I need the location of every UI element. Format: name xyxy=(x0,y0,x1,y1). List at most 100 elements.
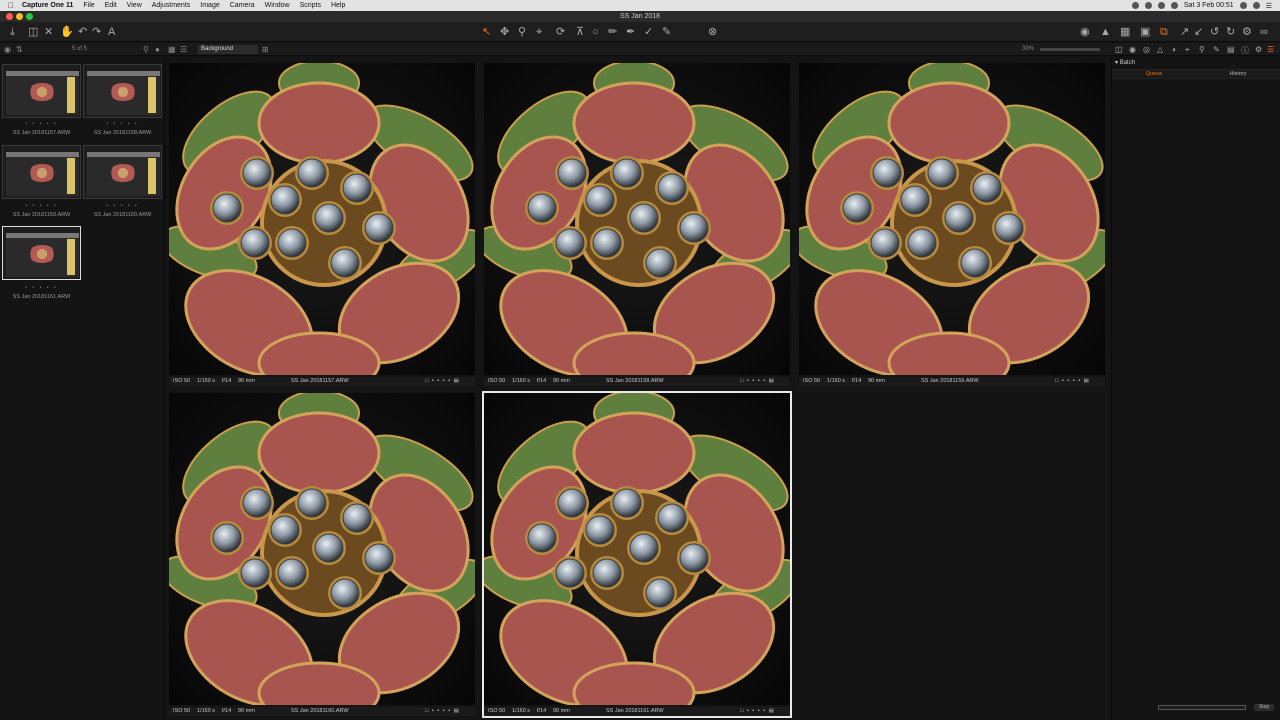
collection-select[interactable]: Background xyxy=(198,45,258,54)
photo[interactable] xyxy=(169,63,475,375)
photo[interactable] xyxy=(484,393,790,705)
warning-icon[interactable]: ▲ xyxy=(1100,26,1111,38)
lens-tab-icon[interactable]: △ xyxy=(1157,45,1163,54)
refresh-icon[interactable]: ↻ xyxy=(1226,26,1235,38)
rating-stars[interactable]: • • • • • xyxy=(2,285,81,291)
list-view-icon[interactable]: ☰ xyxy=(180,45,187,54)
search-icon[interactable]: ⚲ xyxy=(143,45,149,54)
photo[interactable] xyxy=(484,63,790,375)
menu-file[interactable]: File xyxy=(83,2,94,9)
rating-stars[interactable]: • • • • • xyxy=(2,203,81,209)
clock[interactable]: Sat 3 Feb 00:51 xyxy=(1184,2,1234,9)
zoom-tool-icon[interactable]: ⚲ xyxy=(518,26,526,38)
menu-image[interactable]: Image xyxy=(200,2,219,9)
viewer-image-1157[interactable]: ISO 50 1/160 s f/14 90 mm SS Jan 2018115… xyxy=(169,63,475,386)
hand-icon[interactable]: ✋ xyxy=(60,26,74,38)
sort-icon[interactable]: ⇅ xyxy=(16,45,23,54)
redo-icon[interactable]: ↷ xyxy=(92,26,101,38)
library-tab-icon[interactable]: ◫ xyxy=(1115,45,1123,54)
siri-icon[interactable] xyxy=(1252,2,1260,9)
photo[interactable] xyxy=(799,63,1105,375)
output-tab-icon[interactable]: ⚙ xyxy=(1255,45,1262,54)
viewer-image-1159[interactable]: ISO 50 1/160 s f/14 90 mm SS Jan 2018115… xyxy=(799,63,1105,386)
menu-app-name[interactable]: Capture One 11 xyxy=(22,2,73,9)
undo-icon[interactable]: ↶ xyxy=(78,26,87,38)
menu-edit[interactable]: Edit xyxy=(105,2,117,9)
annotate-tool-icon[interactable]: ✎ xyxy=(662,26,671,38)
delete-icon[interactable]: ✕ xyxy=(44,26,53,38)
copy-adjustments-icon[interactable]: ⧉ xyxy=(1160,26,1168,38)
viewer-image-1158[interactable]: ISO 50 1/160 s f/14 90 mm SS Jan 2018115… xyxy=(484,63,790,386)
color-tab-icon[interactable]: ◎ xyxy=(1143,45,1150,54)
rating-stars[interactable]: □ • • • • ▤ xyxy=(425,377,460,386)
settings-gear-icon[interactable]: ⚙ xyxy=(1242,26,1252,38)
thumbnail-1161[interactable] xyxy=(2,226,81,280)
details-tab-icon[interactable]: ⚲ xyxy=(1199,45,1205,54)
status-icon[interactable] xyxy=(1131,2,1139,9)
select-cursor-icon[interactable]: ↖ xyxy=(482,26,491,38)
text-tool-icon[interactable]: A xyxy=(108,26,115,38)
rating-stars[interactable]: • • • • • xyxy=(83,203,162,209)
local-adjustments-tab-icon[interactable]: ✎ xyxy=(1213,45,1220,54)
close-window-button[interactable] xyxy=(6,13,13,20)
rating-stars[interactable]: • • • • • xyxy=(83,121,162,127)
keystone-tool-icon[interactable]: ⊼ xyxy=(576,26,584,38)
thumbnail-1157[interactable] xyxy=(2,64,81,118)
apple-icon[interactable]:  xyxy=(0,1,22,10)
add-icon[interactable]: ⊞ xyxy=(262,45,269,54)
spot-tool-icon[interactable]: ○ xyxy=(592,26,599,38)
reset-icon[interactable]: ⊗ xyxy=(708,26,717,38)
apply-adjustments-icon[interactable]: ↙ xyxy=(1194,26,1203,38)
capture-tab-icon[interactable]: ◉ xyxy=(1129,45,1136,54)
photo[interactable] xyxy=(169,393,475,705)
grid-view-icon[interactable]: ▦ xyxy=(168,45,176,54)
import-icon[interactable]: ⤓ xyxy=(10,26,15,38)
rating-stars[interactable]: □ • • • • ▤ xyxy=(425,707,460,716)
pan-tool-icon[interactable]: ✥ xyxy=(500,26,509,38)
viewer-image-1160[interactable]: ISO 50 1/160 s f/14 90 mm SS Jan 2018116… xyxy=(169,393,475,716)
status-icon[interactable] xyxy=(1144,2,1152,9)
composition-tab-icon[interactable]: ⌖ xyxy=(1185,45,1190,55)
stop-button[interactable]: Stop xyxy=(1254,704,1274,711)
pick-adjustments-icon[interactable]: ↗ xyxy=(1180,26,1189,38)
layout-icon[interactable]: ▣ xyxy=(1140,26,1150,38)
reset-adjustments-icon[interactable]: ↺ xyxy=(1210,26,1219,38)
rating-stars[interactable]: □ • • • • ▤ xyxy=(1055,377,1090,386)
capture-icon[interactable]: ◫ xyxy=(28,26,38,38)
rating-stars[interactable]: □ • • • • ▤ xyxy=(740,707,775,716)
exposure-tab-icon[interactable]: ◑ xyxy=(1171,45,1176,54)
adjustments-tab-icon[interactable]: ▤ xyxy=(1227,45,1235,54)
batch-tab-icon[interactable]: ☰ xyxy=(1267,45,1274,54)
wifi-icon[interactable] xyxy=(1157,2,1165,9)
menu-help[interactable]: Help xyxy=(331,2,345,9)
user-icon[interactable]: ● xyxy=(155,45,160,54)
menu-window[interactable]: Window xyxy=(265,2,290,9)
thumbnail-1160[interactable] xyxy=(83,145,162,199)
menu-adjustments[interactable]: Adjustments xyxy=(152,2,191,9)
zoom-slider[interactable] xyxy=(1040,48,1100,51)
rating-stars[interactable]: □ • • • • ▤ xyxy=(740,377,775,386)
tab-queue[interactable]: Queue xyxy=(1112,71,1196,77)
tab-history[interactable]: History xyxy=(1196,71,1280,77)
crop-tool-icon[interactable]: ⌖ xyxy=(536,26,542,38)
minimize-window-button[interactable] xyxy=(16,13,23,20)
camera-icon[interactable]: ◉ xyxy=(1080,26,1090,38)
batch-header[interactable]: ▾ Batch xyxy=(1115,59,1135,66)
thumbnail-1159[interactable] xyxy=(2,145,81,199)
battery-icon[interactable] xyxy=(1170,2,1178,9)
grid-icon[interactable]: ▦ xyxy=(1120,26,1130,38)
brush-tool-icon[interactable]: ✒ xyxy=(626,26,635,38)
mask-tool-icon[interactable]: ✓ xyxy=(644,26,653,38)
metadata-tab-icon[interactable]: ⓘ xyxy=(1241,45,1249,56)
viewer-image-1161[interactable]: ISO 50 1/160 s f/14 90 mm SS Jan 2018116… xyxy=(482,391,792,718)
thumbnail-1158[interactable] xyxy=(83,64,162,118)
menu-scripts[interactable]: Scripts xyxy=(300,2,321,9)
picker-tool-icon[interactable]: ✏ xyxy=(608,26,617,38)
zoom-window-button[interactable] xyxy=(26,13,33,20)
glasses-icon[interactable]: ∞ xyxy=(1260,26,1268,38)
rating-stars[interactable]: • • • • • xyxy=(2,121,81,127)
notification-center-icon[interactable]: ☰ xyxy=(1266,2,1272,10)
spotlight-icon[interactable] xyxy=(1239,2,1247,9)
rotate-tool-icon[interactable]: ⟳ xyxy=(556,26,565,38)
menu-camera[interactable]: Camera xyxy=(230,2,255,9)
